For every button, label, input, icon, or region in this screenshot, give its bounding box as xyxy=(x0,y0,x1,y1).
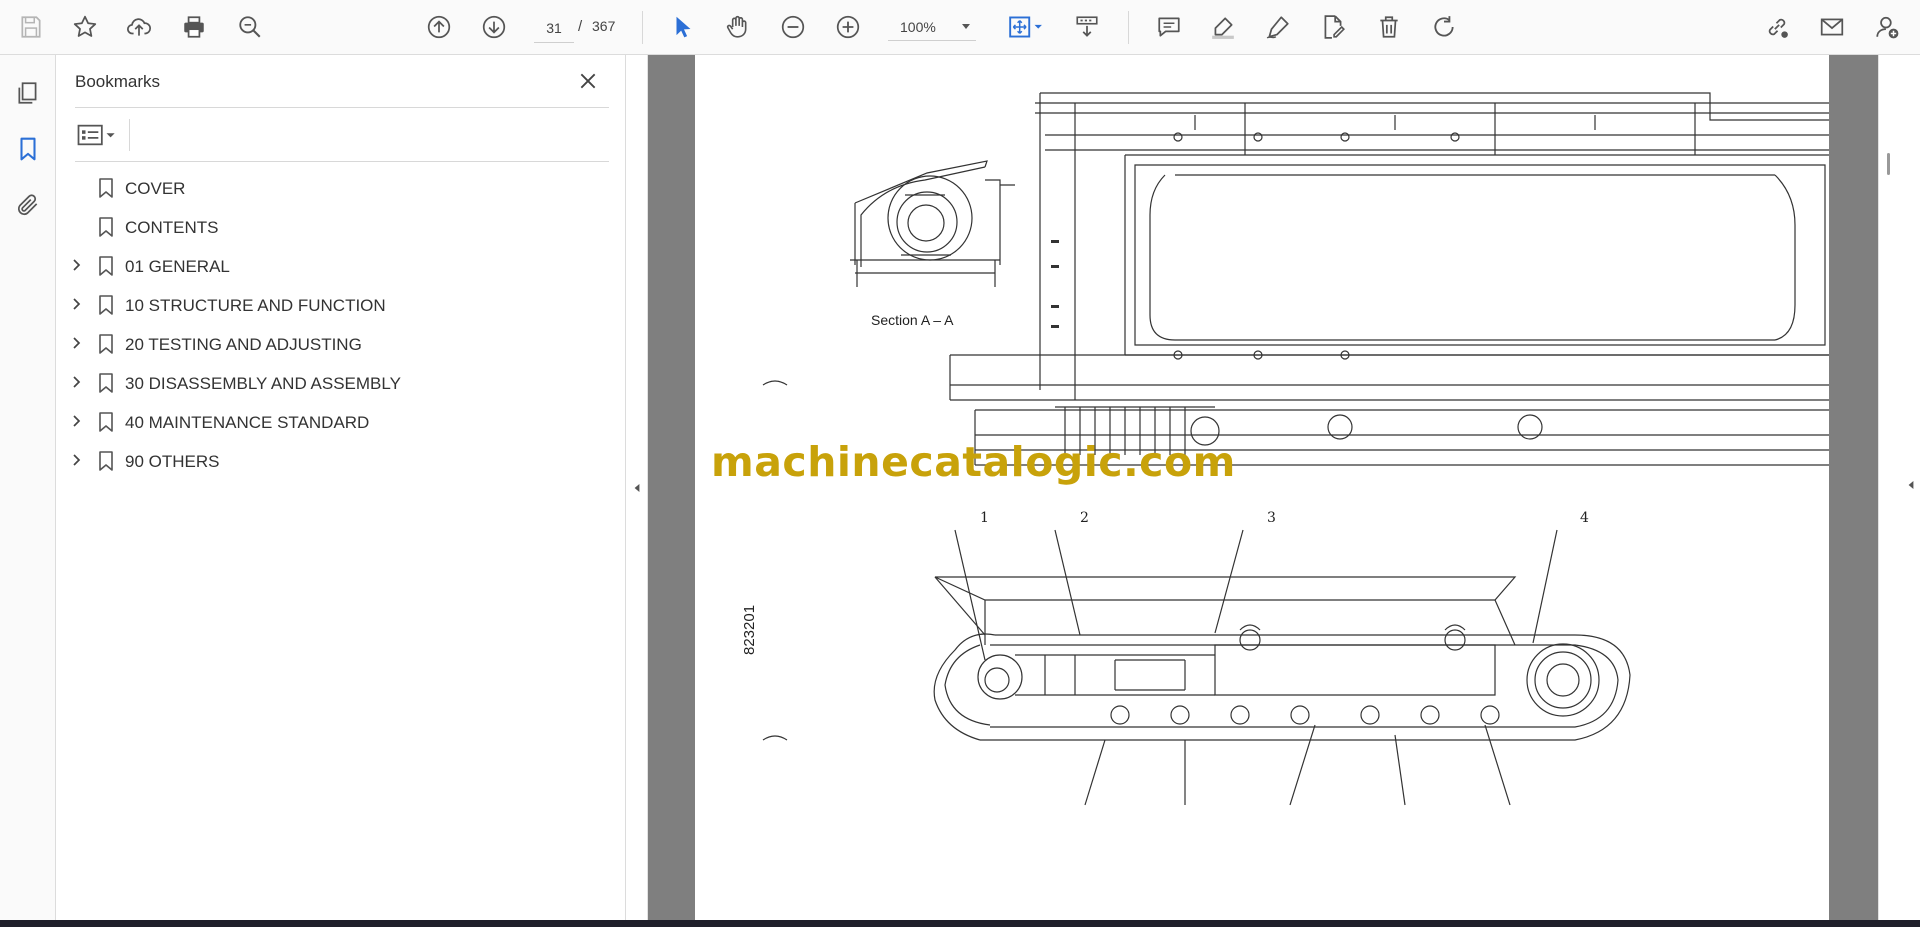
toolbar-divider xyxy=(1128,11,1129,44)
section-label: Section A – A xyxy=(871,312,954,328)
taskbar-edge xyxy=(0,920,1920,927)
technical-drawing xyxy=(762,92,1829,806)
toolbar-divider xyxy=(642,11,643,44)
callout-label: 4 xyxy=(1580,510,1589,526)
print-icon[interactable] xyxy=(177,10,211,44)
collapse-panel-button[interactable] xyxy=(626,55,648,920)
main-toolbar: / 367 100% xyxy=(0,0,1920,55)
attachment-paperclip-icon[interactable] xyxy=(12,189,44,221)
bookmark-item[interactable]: COVER xyxy=(66,168,606,207)
bookmark-ribbon-icon xyxy=(96,294,116,316)
draw-pen-icon[interactable] xyxy=(1261,10,1295,44)
chevron-right-icon[interactable] xyxy=(70,336,84,350)
bookmark-ribbon-icon xyxy=(96,216,116,238)
star-bookmark-icon[interactable] xyxy=(68,10,102,44)
pdf-page: Section A – A 823201 1 2 3 4 machinecata… xyxy=(695,55,1829,920)
bookmark-label: 10 STRUCTURE AND FUNCTION xyxy=(125,296,386,315)
zoom-level-value: 100% xyxy=(900,19,936,35)
chevron-left-icon xyxy=(634,483,639,492)
page-number-input[interactable] xyxy=(534,14,574,43)
zoom-level-dropdown[interactable]: 100% xyxy=(888,14,976,41)
save-icon[interactable] xyxy=(14,10,48,44)
highlight-pen-icon[interactable] xyxy=(1206,10,1240,44)
page-separator: / xyxy=(578,18,583,35)
chevron-left-icon xyxy=(1908,481,1914,489)
watermark-text: machinecatalogic.com xyxy=(711,438,1236,486)
chevron-right-icon[interactable] xyxy=(70,453,84,467)
close-icon[interactable] xyxy=(576,69,600,93)
figure-number: 823201 xyxy=(741,604,758,655)
bookmark-list: COVER CONTENTS 01 GENERAL 10 STRUCTURE A… xyxy=(66,168,606,480)
bookmark-ribbon-icon xyxy=(96,372,116,394)
bookmark-label: CONTENTS xyxy=(125,218,219,237)
bookmark-item[interactable]: 20 TESTING AND ADJUSTING xyxy=(66,324,606,363)
bookmark-label: 90 OTHERS xyxy=(125,452,220,471)
bookmark-ribbon-icon xyxy=(96,255,116,277)
list-options-icon xyxy=(77,124,115,146)
share-link-icon[interactable] xyxy=(1760,10,1794,44)
bookmarks-panel: Bookmarks COVER CONTENTS 01 GENERAL 10 S… xyxy=(56,55,626,927)
bookmark-item[interactable]: 90 OTHERS xyxy=(66,441,606,480)
cloud-upload-icon[interactable] xyxy=(122,10,156,44)
bookmark-label: 40 MAINTENANCE STANDARD xyxy=(125,413,370,432)
add-user-icon[interactable] xyxy=(1870,10,1904,44)
page-thumbnails-icon[interactable] xyxy=(12,77,44,109)
next-page-icon[interactable] xyxy=(477,10,511,44)
bookmark-label: 30 DISASSEMBLY AND ASSEMBLY xyxy=(125,374,401,393)
previous-page-icon[interactable] xyxy=(422,10,456,44)
bookmark-ribbon-icon xyxy=(96,333,116,355)
bookmarks-ribbon-icon[interactable] xyxy=(12,133,44,165)
bookmark-label: 01 GENERAL xyxy=(125,257,230,276)
collapse-right-pane-button[interactable] xyxy=(1878,55,1920,920)
chevron-right-icon[interactable] xyxy=(70,414,84,428)
zoom-in-icon[interactable] xyxy=(831,10,865,44)
comment-icon[interactable] xyxy=(1152,10,1186,44)
bookmark-options-button[interactable] xyxy=(75,121,123,149)
hand-tool-icon[interactable] xyxy=(720,10,754,44)
chevron-right-icon[interactable] xyxy=(70,258,84,272)
bookmark-item[interactable]: 01 GENERAL xyxy=(66,246,606,285)
left-navigation-rail xyxy=(0,55,56,927)
zoom-out-icon[interactable] xyxy=(776,10,810,44)
rotate-icon[interactable] xyxy=(1427,10,1461,44)
bookmark-label: COVER xyxy=(125,179,186,198)
email-envelope-icon[interactable] xyxy=(1815,10,1849,44)
bookmark-ribbon-icon xyxy=(96,411,116,433)
panel-divider xyxy=(75,161,609,162)
bookmark-item[interactable]: CONTENTS xyxy=(66,207,606,246)
bookmark-item[interactable]: 40 MAINTENANCE STANDARD xyxy=(66,402,606,441)
bookmark-ribbon-icon xyxy=(96,450,116,472)
page-total: 367 xyxy=(592,18,616,34)
callout-label: 1 xyxy=(980,510,989,526)
bookmark-item[interactable]: 10 STRUCTURE AND FUNCTION xyxy=(66,285,606,324)
panel-divider xyxy=(75,107,609,108)
bookmark-ribbon-icon xyxy=(96,177,116,199)
panel-toolbar-divider xyxy=(129,119,130,151)
chevron-right-icon[interactable] xyxy=(70,297,84,311)
bookmark-item[interactable]: 30 DISASSEMBLY AND ASSEMBLY xyxy=(66,363,606,402)
find-zoom-icon[interactable] xyxy=(233,10,267,44)
edit-document-icon[interactable] xyxy=(1316,10,1350,44)
vertical-scrollbar-thumb[interactable] xyxy=(1887,153,1890,175)
callout-label: 3 xyxy=(1267,510,1276,526)
select-cursor-icon[interactable] xyxy=(666,10,700,44)
chevron-right-icon[interactable] xyxy=(70,375,84,389)
fit-page-icon[interactable] xyxy=(1000,10,1050,44)
bookmark-label: 20 TESTING AND ADJUSTING xyxy=(125,335,362,354)
scroll-mode-icon[interactable] xyxy=(1070,10,1104,44)
callout-label: 2 xyxy=(1080,510,1089,526)
panel-title: Bookmarks xyxy=(75,72,161,91)
delete-trash-icon[interactable] xyxy=(1372,10,1406,44)
chevron-down-icon xyxy=(962,24,970,29)
